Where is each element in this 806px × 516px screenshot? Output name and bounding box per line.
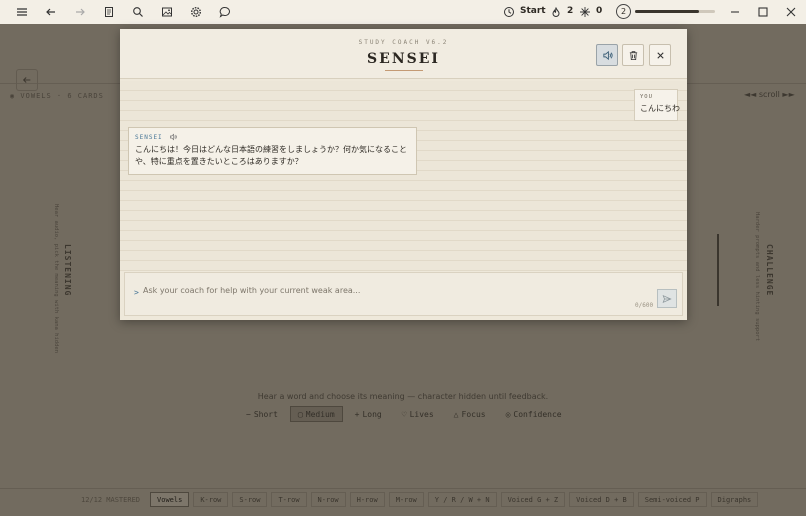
- option-medium[interactable]: ▢ Medium: [289, 406, 343, 422]
- row-tab[interactable]: H-row: [349, 492, 385, 507]
- gems-count: 0: [596, 6, 603, 16]
- row-tab[interactable]: Digraphs: [710, 492, 759, 507]
- notebook-icon[interactable]: [99, 2, 119, 22]
- option-long[interactable]: + Long: [347, 406, 390, 422]
- window-close-icon[interactable]: [781, 2, 801, 22]
- row-tab[interactable]: Voiced G + Z: [500, 492, 566, 507]
- scroll-hint[interactable]: ◄◄ scroll ►►: [744, 90, 795, 99]
- row-tab[interactable]: Voiced D + B: [569, 492, 634, 507]
- listening-panel-description: Hear audio, pick the meaning with kana h…: [53, 204, 59, 354]
- speaker-icon[interactable]: [169, 133, 177, 141]
- speaker-toggle-button[interactable]: [596, 44, 618, 66]
- close-icon: [656, 51, 664, 59]
- option-label: Focus: [461, 409, 486, 419]
- image-icon[interactable]: [157, 2, 177, 22]
- flame-icon: [546, 2, 566, 22]
- chat-input[interactable]: [143, 282, 643, 298]
- option-icon: △: [453, 409, 459, 419]
- streak-count: 2: [567, 6, 574, 16]
- challenge-panel-title[interactable]: CHALLENGE: [765, 244, 774, 296]
- mastery-count: 12/12 MASTERED: [81, 495, 141, 504]
- row-tab[interactable]: Y / R / W + N: [427, 492, 497, 507]
- option-lives[interactable]: ♡ Lives: [394, 406, 442, 422]
- challenge-panel-description: Harder prompts and less hinting support: [754, 212, 760, 342]
- sensei-message-header: SENSEI: [135, 133, 410, 141]
- level-badge: 2: [616, 4, 631, 19]
- option-confidence[interactable]: ◎ Confidence: [498, 406, 570, 422]
- app-top-bar: Start 2 0 2: [0, 0, 806, 24]
- speaker-icon: [602, 50, 613, 60]
- chat-composer: > 0/600: [124, 272, 683, 316]
- option-label: Long: [362, 409, 382, 419]
- clear-chat-button[interactable]: [622, 44, 644, 66]
- character-counter: 0/600: [635, 302, 654, 309]
- row-tab[interactable]: Vowels: [150, 492, 190, 507]
- mode-caption: Hear a word and choose its meaning — cha…: [257, 392, 549, 401]
- option-label: Lives: [409, 409, 434, 419]
- user-message-text: こんにちわ: [640, 104, 680, 113]
- start-label[interactable]: Start: [520, 6, 546, 16]
- sensei-message-text: こんにちは！今日はどんな日本語の練習をしましょうか？何か気になることや、特に重点…: [135, 145, 407, 166]
- minimize-icon[interactable]: [725, 2, 745, 22]
- forward-arrow-icon[interactable]: [70, 2, 90, 22]
- back-button[interactable]: [16, 69, 38, 91]
- row-tab[interactable]: K-row: [193, 492, 229, 507]
- row-tab[interactable]: N-row: [310, 492, 346, 507]
- maximize-icon[interactable]: [753, 2, 773, 22]
- sensei-message-bubble: SENSEI こんにちは！今日はどんな日本語の練習をしましょうか？何か気になるこ…: [128, 127, 417, 175]
- dialog-header: STUDY COACH V6.2 SENSEI: [120, 29, 687, 79]
- prompt-caret-icon: >: [134, 288, 139, 297]
- sparkle-icon: [575, 2, 595, 22]
- row-tab[interactable]: Semi-voiced P: [637, 492, 707, 507]
- option-label: Confidence: [513, 409, 562, 419]
- row-tab[interactable]: S-row: [232, 492, 268, 507]
- gear-icon[interactable]: [186, 2, 206, 22]
- row-tab[interactable]: T-row: [271, 492, 307, 507]
- title-underline: [385, 70, 423, 71]
- session-options: − Short ▢ Medium + Long ♡ Lives △ Focus ◎ Confidenc…: [238, 406, 570, 422]
- send-icon: [662, 294, 672, 303]
- trash-icon: [629, 50, 637, 60]
- listening-panel-title[interactable]: LISTENING: [63, 244, 72, 296]
- user-message-label: YOU: [640, 94, 653, 100]
- option-icon: −: [246, 409, 251, 419]
- clock-icon: [499, 2, 519, 22]
- level-progress-fill: [635, 10, 699, 13]
- option-icon: +: [354, 409, 360, 419]
- option-icon: ▢: [297, 409, 303, 419]
- user-message-bubble: YOU こんにちわ: [634, 89, 680, 121]
- search-icon[interactable]: [128, 2, 148, 22]
- option-icon: ◎: [505, 409, 511, 419]
- sensei-dialog: STUDY COACH V6.2 SENSEI YOU こんにちわ SENSEI…: [120, 29, 687, 320]
- scroll-thumb[interactable]: [717, 234, 719, 306]
- row-tabs: 12/12 MASTERED Vowels K-row S-row T-row N-row…: [75, 492, 759, 507]
- row-tab[interactable]: M-row: [388, 492, 424, 507]
- option-icon: ♡: [401, 409, 407, 419]
- close-dialog-button[interactable]: [649, 44, 671, 66]
- menu-icon[interactable]: [12, 2, 32, 22]
- back-arrow-icon[interactable]: [41, 2, 61, 22]
- breadcrumb: ◉ VOWELS · 6 CARDS: [10, 92, 104, 100]
- sensei-message-label: SENSEI: [135, 133, 163, 141]
- option-short[interactable]: − Short: [238, 406, 286, 422]
- chat-bubble-icon[interactable]: [215, 2, 235, 22]
- back-arrow-icon: [22, 77, 31, 83]
- option-label: Short: [253, 409, 278, 419]
- option-focus[interactable]: △ Focus: [446, 406, 494, 422]
- send-button[interactable]: [657, 289, 677, 308]
- option-label: Medium: [305, 409, 335, 419]
- level-progress-bar: [635, 10, 715, 13]
- chat-transcript[interactable]: YOU こんにちわ SENSEI こんにちは！今日はどんな日本語の練習をしましょ…: [120, 81, 687, 271]
